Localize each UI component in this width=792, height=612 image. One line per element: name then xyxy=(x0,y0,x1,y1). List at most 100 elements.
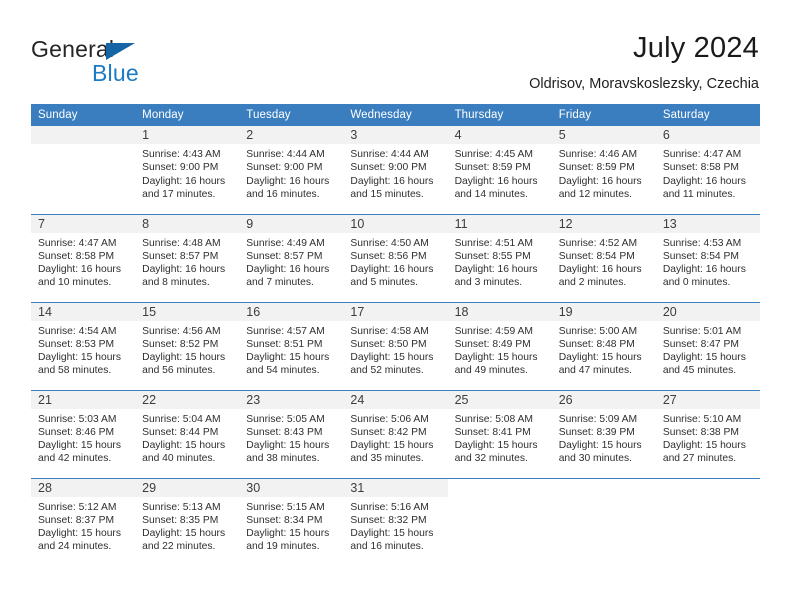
detail-line: and 35 minutes. xyxy=(350,453,424,465)
calendar-cell[interactable]: 10 Sunrise: 4:50 AM Sunset: 8:56 PM Dayligh… xyxy=(343,213,448,302)
detail-line: Sunrise: 4:47 AM xyxy=(38,237,117,249)
calendar-cell[interactable]: 23 Sunrise: 5:05 AM Sunset: 8:43 PM Dayligh… xyxy=(239,389,344,478)
day-number: 17 xyxy=(343,302,448,321)
day-sun-details: Sunrise: 5:00 AM Sunset: 8:48 PM Daylight:… xyxy=(552,321,656,378)
day-sun-details: Sunrise: 5:09 AM Sunset: 8:39 PM Daylight:… xyxy=(552,409,656,466)
calendar-cell[interactable]: 25 Sunrise: 5:08 AM Sunset: 8:41 PM Dayligh… xyxy=(447,389,552,478)
detail-line: Daylight: 15 hours xyxy=(142,528,226,540)
detail-line: Daylight: 15 hours xyxy=(350,440,434,452)
calendar-cell[interactable]: 27 Sunrise: 5:10 AM Sunset: 8:38 PM Dayligh… xyxy=(655,389,760,478)
detail-line: Sunset: 8:35 PM xyxy=(142,514,219,526)
detail-line: Sunset: 8:57 PM xyxy=(142,250,219,262)
detail-line: Daylight: 15 hours xyxy=(246,528,330,540)
detail-line: Sunset: 8:49 PM xyxy=(454,338,531,350)
detail-line: Sunset: 8:55 PM xyxy=(454,250,531,262)
calendar-cell[interactable]: 15 Sunrise: 4:56 AM Sunset: 8:52 PM Dayligh… xyxy=(135,301,240,390)
calendar-cell[interactable]: 5 Sunrise: 4:46 AM Sunset: 8:59 PM Daylight… xyxy=(551,126,656,214)
day-number: 24 xyxy=(343,390,448,409)
day-number: 31 xyxy=(343,478,448,497)
day-number: 19 xyxy=(551,302,656,321)
calendar-cell[interactable]: 7 Sunrise: 4:47 AM Sunset: 8:58 PM Daylight… xyxy=(31,213,136,302)
day-sun-details: Sunrise: 4:56 AM Sunset: 8:52 PM Daylight:… xyxy=(135,321,239,378)
detail-line: Daylight: 16 hours xyxy=(558,175,642,187)
calendar-cell[interactable]: 22 Sunrise: 5:04 AM Sunset: 8:44 PM Dayligh… xyxy=(135,389,240,478)
logo-triangle-icon xyxy=(106,43,135,60)
detail-line: Sunset: 8:44 PM xyxy=(142,426,219,438)
calendar-cell[interactable]: 28 Sunrise: 5:12 AM Sunset: 8:37 PM Dayligh… xyxy=(31,477,136,566)
detail-line: Sunrise: 5:15 AM xyxy=(246,501,325,513)
day-number: 2 xyxy=(239,126,344,144)
day-sun-details: Sunrise: 5:13 AM Sunset: 8:35 PM Daylight:… xyxy=(135,497,239,554)
day-sun-details: Sunrise: 5:12 AM Sunset: 8:37 PM Daylight:… xyxy=(31,497,135,554)
calendar-body: 1 Sunrise: 4:43 AM Sunset: 9:00 PM Daylight… xyxy=(31,126,760,566)
detail-line: Sunset: 8:54 PM xyxy=(662,250,739,262)
day-number xyxy=(31,126,136,144)
calendar-cell[interactable]: 12 Sunrise: 4:52 AM Sunset: 8:54 PM Dayligh… xyxy=(551,213,656,302)
day-number: 6 xyxy=(655,126,760,144)
detail-line: Daylight: 15 hours xyxy=(142,352,226,364)
calendar-cell[interactable]: 14 Sunrise: 4:54 AM Sunset: 8:53 PM Dayligh… xyxy=(31,301,136,390)
page-header: General Blue July 2024 Oldrisov, Moravsk… xyxy=(0,0,792,104)
detail-line: Daylight: 16 hours xyxy=(246,264,330,276)
weekday-header-sunday: Sunday xyxy=(31,104,136,126)
detail-line: Sunset: 8:43 PM xyxy=(246,426,323,438)
calendar-cell[interactable]: 6 Sunrise: 4:47 AM Sunset: 8:58 PM Daylight… xyxy=(655,126,760,214)
detail-line: and 49 minutes. xyxy=(454,365,528,377)
calendar-cell[interactable]: 13 Sunrise: 4:53 AM Sunset: 8:54 PM Dayligh… xyxy=(655,213,760,302)
detail-line: Daylight: 16 hours xyxy=(558,264,642,276)
day-sun-details: Sunrise: 4:57 AM Sunset: 8:51 PM Daylight:… xyxy=(239,321,343,378)
day-number: 1 xyxy=(135,126,240,144)
calendar-cell[interactable]: 21 Sunrise: 5:03 AM Sunset: 8:46 PM Dayligh… xyxy=(31,389,136,478)
calendar-cell[interactable]: 8 Sunrise: 4:48 AM Sunset: 8:57 PM Daylight… xyxy=(135,213,240,302)
calendar-cell[interactable]: 4 Sunrise: 4:45 AM Sunset: 8:59 PM Daylight… xyxy=(447,126,552,214)
calendar-cell[interactable]: 1 Sunrise: 4:43 AM Sunset: 9:00 PM Daylight… xyxy=(135,126,240,214)
day-number: 28 xyxy=(31,478,136,497)
detail-line: Daylight: 15 hours xyxy=(558,352,642,364)
detail-line: Sunrise: 4:51 AM xyxy=(454,237,533,249)
calendar-table: Sunday Monday Tuesday Wednesday Thursday Frid… xyxy=(31,104,760,566)
detail-line: Sunrise: 4:49 AM xyxy=(246,237,325,249)
calendar-cell[interactable]: 3 Sunrise: 4:44 AM Sunset: 9:00 PM Daylight… xyxy=(343,126,448,214)
detail-line: Sunrise: 4:50 AM xyxy=(350,237,429,249)
detail-line: Sunrise: 4:57 AM xyxy=(246,325,325,337)
detail-line: Sunset: 8:51 PM xyxy=(246,338,323,350)
detail-line: and 19 minutes. xyxy=(246,541,320,553)
detail-line: Sunset: 8:53 PM xyxy=(38,338,115,350)
detail-line: Sunset: 8:47 PM xyxy=(662,338,739,350)
calendar-cell[interactable]: 11 Sunrise: 4:51 AM Sunset: 8:55 PM Dayligh… xyxy=(447,213,552,302)
weekday-header-wednesday: Wednesday xyxy=(343,104,448,126)
detail-line: Daylight: 16 hours xyxy=(662,175,746,187)
calendar-cell[interactable]: 26 Sunrise: 5:09 AM Sunset: 8:39 PM Dayligh… xyxy=(551,389,656,478)
day-number: 16 xyxy=(239,302,344,321)
calendar-cell[interactable]: 30 Sunrise: 5:15 AM Sunset: 8:34 PM Dayligh… xyxy=(239,477,344,566)
calendar-cell[interactable]: 20 Sunrise: 5:01 AM Sunset: 8:47 PM Dayligh… xyxy=(655,301,760,390)
day-sun-details: Sunrise: 4:47 AM Sunset: 8:58 PM Daylight:… xyxy=(31,233,135,290)
detail-line: Sunset: 8:38 PM xyxy=(662,426,739,438)
detail-line: Sunrise: 5:03 AM xyxy=(38,413,117,425)
calendar-cell[interactable]: 19 Sunrise: 5:00 AM Sunset: 8:48 PM Dayligh… xyxy=(551,301,656,390)
calendar-week-row: 7 Sunrise: 4:47 AM Sunset: 8:58 PM Daylight… xyxy=(31,213,760,302)
detail-line: Daylight: 16 hours xyxy=(142,175,226,187)
day-number xyxy=(447,478,552,497)
detail-line: Daylight: 15 hours xyxy=(246,440,330,452)
calendar-cell[interactable]: 2 Sunrise: 4:44 AM Sunset: 9:00 PM Daylight… xyxy=(239,126,344,214)
calendar-week-row: 14 Sunrise: 4:54 AM Sunset: 8:53 PM Dayligh… xyxy=(31,301,760,390)
calendar-cell[interactable]: 24 Sunrise: 5:06 AM Sunset: 8:42 PM Dayligh… xyxy=(343,389,448,478)
detail-line: and 12 minutes. xyxy=(558,188,632,200)
detail-line: Daylight: 16 hours xyxy=(350,175,434,187)
detail-line: and 16 minutes. xyxy=(246,188,320,200)
calendar-cell[interactable]: 17 Sunrise: 4:58 AM Sunset: 8:50 PM Dayligh… xyxy=(343,301,448,390)
calendar-cell[interactable]: 31 Sunrise: 5:16 AM Sunset: 8:32 PM Dayligh… xyxy=(343,477,448,566)
calendar-cell[interactable]: 9 Sunrise: 4:49 AM Sunset: 8:57 PM Daylight… xyxy=(239,213,344,302)
calendar-cell[interactable]: 29 Sunrise: 5:13 AM Sunset: 8:35 PM Dayligh… xyxy=(135,477,240,566)
general-blue-logo[interactable]: General Blue xyxy=(31,36,211,88)
detail-line: Daylight: 15 hours xyxy=(558,440,642,452)
day-sun-details: Sunrise: 4:58 AM Sunset: 8:50 PM Daylight:… xyxy=(343,321,447,378)
detail-line: Sunrise: 4:54 AM xyxy=(38,325,117,337)
detail-line: Sunset: 8:37 PM xyxy=(38,514,115,526)
page-subtitle: Oldrisov, Moravskoslezsky, Czechia xyxy=(529,76,759,92)
calendar-cell[interactable]: 18 Sunrise: 4:59 AM Sunset: 8:49 PM Dayligh… xyxy=(447,301,552,390)
detail-line: and 38 minutes. xyxy=(246,453,320,465)
calendar-cell[interactable]: 16 Sunrise: 4:57 AM Sunset: 8:51 PM Dayligh… xyxy=(239,301,344,390)
detail-line: Daylight: 15 hours xyxy=(350,528,434,540)
